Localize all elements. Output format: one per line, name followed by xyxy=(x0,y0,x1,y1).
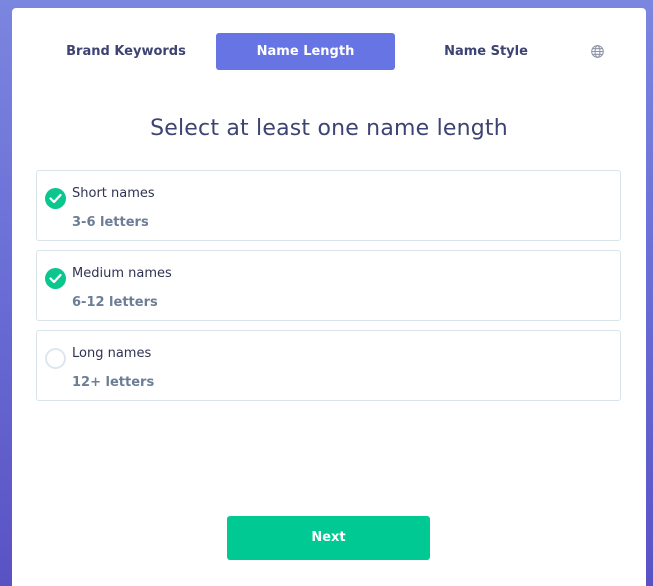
unchecked-circle-icon xyxy=(45,348,66,369)
tab-brand-keywords[interactable]: Brand Keywords xyxy=(52,33,200,70)
option-short-names[interactable]: Short names 3-6 letters xyxy=(36,170,621,241)
page-title: Select at least one name length xyxy=(150,116,508,141)
option-description: 6-12 letters xyxy=(72,295,158,310)
tab-name-style[interactable]: Name Style xyxy=(412,33,560,70)
option-label: Medium names xyxy=(72,266,172,281)
wizard-card: Brand Keywords Name Length Name Style Se… xyxy=(12,8,646,586)
wizard-tabs: Brand Keywords Name Length Name Style xyxy=(12,33,646,70)
option-description: 3-6 letters xyxy=(72,215,149,230)
option-label: Long names xyxy=(72,346,152,361)
tab-name-length[interactable]: Name Length xyxy=(216,33,395,70)
globe-icon[interactable] xyxy=(590,44,605,59)
option-description: 12+ letters xyxy=(72,375,155,390)
option-medium-names[interactable]: Medium names 6-12 letters xyxy=(36,250,621,321)
option-long-names[interactable]: Long names 12+ letters xyxy=(36,330,621,401)
next-button[interactable]: Next xyxy=(227,516,430,560)
checked-icon xyxy=(45,188,66,209)
checked-icon xyxy=(45,268,66,289)
option-label: Short names xyxy=(72,186,155,201)
